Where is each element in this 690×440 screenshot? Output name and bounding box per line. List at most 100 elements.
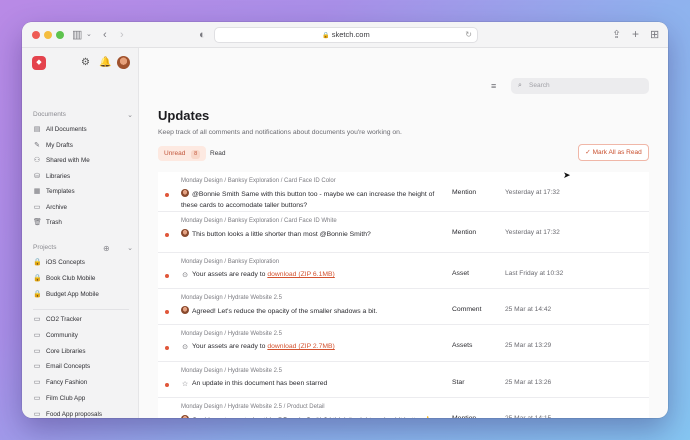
sidebar-project-item[interactable]: ▭ CO2 Tracker [33, 313, 133, 327]
unread-indicator [165, 310, 169, 314]
minimize-window-button[interactable] [44, 31, 52, 39]
notification-bell-icon[interactable]: 🔔 [99, 57, 111, 68]
main-content: ≡ ⌕ Search Updates Keep track of all com… [139, 48, 668, 418]
unread-indicator [165, 346, 169, 350]
author-avatar [181, 415, 189, 418]
share-icon[interactable]: ⇪ [612, 27, 621, 43]
url-text: sketch.com [331, 30, 370, 39]
update-type: Star [452, 379, 465, 386]
folder-icon: ▭ [33, 347, 41, 355]
sidebar-project-item[interactable]: ▭ Film Club App [33, 392, 133, 406]
update-message-text: Could you try centering this @Bonnie Smi… [192, 417, 432, 418]
update-row[interactable]: Monday Design / Hydrate Website 2.5 / Pr… [158, 398, 649, 418]
library-icon: ⛁ [34, 172, 40, 180]
new-tab-icon[interactable]: + [632, 26, 639, 42]
trash-icon: 🗑 [33, 219, 42, 226]
browser-toolbar: ▥ ⌄ ‹ › ◐ 🔒 sketch.com ↻ ⇪ + ⊞ [22, 22, 668, 48]
sidebar: ◆ ⚙ 🔔 Documents ⌄ ▤ All Documents ✎ My Draf… [22, 48, 139, 418]
lock-icon: 🔒 [33, 259, 42, 266]
sidebar-item-label: Food App proposals [46, 410, 103, 418]
add-project-icon[interactable]: ⊕ [103, 244, 110, 253]
update-message: ⊙ Your assets are ready to download (ZIP … [181, 342, 443, 353]
update-timestamp: Yesterday at 17:32 [505, 229, 560, 236]
forward-icon[interactable]: › [120, 27, 124, 43]
unread-indicator [165, 233, 169, 237]
update-message-text: An update in this document has been star… [192, 380, 328, 387]
sidebar-item-libraries[interactable]: ⛁ Libraries [33, 170, 133, 184]
mouse-cursor-icon: ➤ [563, 170, 571, 180]
sidebar-project-item[interactable]: 🔒 Book Club Mobile [33, 272, 133, 286]
lock-icon: 🔒 [33, 275, 42, 282]
update-row[interactable]: Monday Design / Hydrate Website 2.5 ⊙ Your… [158, 325, 649, 362]
browser-window: ▥ ⌄ ‹ › ◐ 🔒 sketch.com ↻ ⇪ + ⊞ ◆ ⚙ 🔔 Docu… [22, 22, 668, 418]
documents-section-header[interactable]: Documents ⌄ [33, 111, 133, 119]
update-path: Monday Design / Banksy Exploration / Car… [181, 178, 336, 184]
sidebar-item-label: My Drafts [46, 141, 73, 149]
filter-icon[interactable]: ≡ [491, 81, 496, 91]
search-input[interactable]: ⌕ Search [511, 78, 649, 94]
update-message-text: Your assets are ready to [192, 271, 266, 278]
update-row[interactable]: Monday Design / Banksy Exploration / Car… [158, 172, 649, 212]
sidebar-project-item[interactable]: ▭ Community [33, 329, 133, 343]
search-placeholder: Search [529, 82, 550, 89]
update-path: Monday Design / Hydrate Website 2.5 [181, 295, 282, 301]
update-row[interactable]: Monday Design / Hydrate Website 2.5 Agree… [158, 289, 649, 325]
sidebar-item-trash[interactable]: 🗑 Trash [33, 216, 133, 230]
update-timestamp: 25 Mar at 13:26 [505, 379, 552, 386]
update-timestamp: Last Friday at 10:32 [505, 270, 564, 277]
download-link[interactable]: download (ZIP 6.1MB) [267, 271, 335, 278]
gear-icon[interactable]: ⚙ [81, 57, 90, 68]
update-type: Assets [452, 342, 473, 349]
sketch-logo[interactable]: ◆ [32, 56, 46, 70]
update-type: Comment [452, 306, 482, 313]
sidebar-project-item[interactable]: ▭ Core Libraries [33, 345, 133, 359]
update-row[interactable]: Monday Design / Banksy Exploration / Car… [158, 212, 649, 253]
update-type: Mention [452, 415, 476, 418]
checkmark-icon: ✓ [585, 149, 591, 156]
sidebar-project-item[interactable]: ▭ Fancy Fashion [33, 376, 133, 390]
sidebar-item-label: Film Club App [46, 395, 86, 402]
folder-icon: ▭ [33, 395, 41, 402]
sidebar-item-label: Core Libraries [46, 347, 86, 355]
projects-section-header[interactable]: Projects ⊕ ⌄ [33, 244, 133, 253]
tab-overview-icon[interactable]: ⊞ [650, 27, 659, 43]
download-icon: ⊙ [182, 344, 188, 351]
address-bar[interactable]: 🔒 sketch.com ↻ [214, 27, 478, 43]
zoom-window-button[interactable] [56, 31, 64, 39]
close-window-button[interactable] [32, 31, 40, 39]
sidebar-item-templates[interactable]: ▦ Templates [33, 185, 133, 199]
update-type: Asset [452, 270, 469, 277]
sidebar-item-shared-with-me[interactable]: ⚇ Shared with Me [33, 154, 133, 168]
reload-icon[interactable]: ↻ [465, 28, 472, 42]
sidebar-project-item[interactable]: 🔒 Budget App Mobile [33, 288, 133, 302]
sidebar-item-all-documents[interactable]: ▤ All Documents [33, 123, 133, 137]
folder-icon: ▭ [33, 363, 41, 371]
update-message: @Bonnie Smith Same with this button too … [181, 189, 443, 211]
sidebar-project-item[interactable]: ▭ Email Concepts [33, 360, 133, 374]
chevron-down-icon[interactable]: ⌄ [86, 27, 92, 43]
sidebar-toggle-icon[interactable]: ▥ [72, 27, 82, 43]
tab-unread[interactable]: Unread 8 [158, 146, 207, 161]
privacy-shield-icon[interactable]: ◐ [199, 27, 206, 43]
unread-indicator [165, 383, 169, 387]
sidebar-project-item[interactable]: 🔒 iOS Concepts [33, 256, 133, 270]
download-link[interactable]: download (ZIP 2.7MB) [267, 343, 335, 350]
tab-read[interactable]: Read [210, 146, 226, 161]
mark-all-read-button[interactable]: ✓ Mark All as Read [578, 144, 649, 161]
back-icon[interactable]: ‹ [103, 27, 107, 43]
folder-icon: ▭ [33, 410, 41, 418]
sidebar-item-my-drafts[interactable]: ✎ My Drafts [33, 139, 133, 153]
update-path: Monday Design / Hydrate Website 2.5 [181, 331, 282, 337]
user-avatar[interactable] [117, 56, 130, 69]
update-row[interactable]: Monday Design / Hydrate Website 2.5 ☆ An u… [158, 362, 649, 398]
sidebar-item-label: Book Club Mobile [46, 275, 96, 282]
projects-section-label: Projects [33, 244, 57, 251]
sidebar-item-archive[interactable]: ▭ Archive [33, 201, 133, 215]
sidebar-item-label: Shared with Me [46, 157, 90, 164]
sidebar-project-item[interactable]: ▭ Food App proposals [33, 408, 133, 418]
update-path: Monday Design / Hydrate Website 2.5 [181, 368, 282, 374]
chevron-down-icon[interactable]: ⌄ [127, 111, 133, 119]
update-row[interactable]: Monday Design / Banksy Exploration ⊙ Your … [158, 253, 649, 289]
chevron-down-icon[interactable]: ⌄ [127, 244, 133, 252]
update-message: ☆ An update in this document has been sta… [181, 379, 443, 390]
